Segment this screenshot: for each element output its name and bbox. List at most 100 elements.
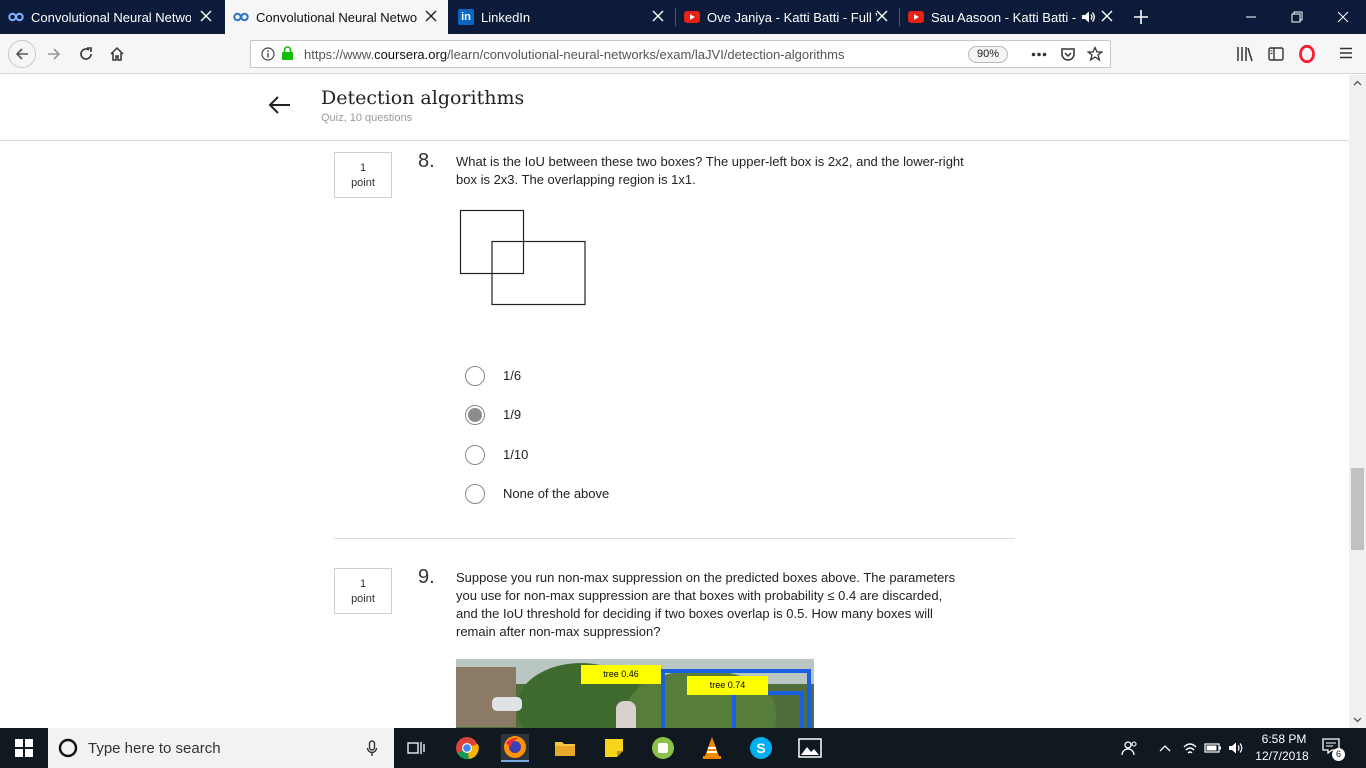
zoom-indicator[interactable]: 90% [968,46,1008,63]
quiz-subtitle: Quiz, 10 questions [321,112,413,124]
forward-button[interactable] [40,40,68,68]
speaker-icon[interactable] [1081,10,1096,24]
info-icon[interactable] [261,47,275,61]
tab-coursera-2[interactable]: Convolutional Neural Network [225,0,448,34]
scroll-down-icon[interactable] [1353,717,1362,723]
radio-button-selected[interactable] [465,405,485,425]
close-icon[interactable] [199,9,213,23]
file-explorer-button[interactable] [551,734,579,762]
skype-icon: S [750,737,772,759]
close-window-button[interactable] [1320,0,1366,34]
battery-icon[interactable] [1204,742,1222,754]
close-icon[interactable] [651,9,665,23]
restore-button[interactable] [1274,0,1320,34]
radio-button[interactable] [465,366,485,386]
youtube-icon [908,9,924,25]
question-text: What is the IoU between these two boxes?… [456,153,964,189]
back-button[interactable] [8,40,36,68]
question-text-line: Suppose you run non-max suppression on t… [456,570,956,585]
sticky-notes-button[interactable] [600,734,628,762]
coursera-icon [8,9,24,25]
chrome-taskbar-button[interactable] [453,734,481,762]
points-label: point [351,593,375,605]
photos-icon [798,738,822,758]
chrome-icon [456,737,479,760]
opera-icon[interactable] [1299,45,1315,63]
navigation-toolbar: https://www.coursera.org/learn/convoluti… [0,34,1366,74]
lock-icon[interactable] [281,46,294,61]
page-content: 1 point 8. What is the IoU between these… [0,75,1349,728]
vlc-taskbar-button[interactable] [698,734,726,762]
new-tab-button[interactable] [1127,3,1155,31]
task-view-button[interactable] [402,734,430,762]
firefox-taskbar-button[interactable] [501,734,529,762]
tab-linkedin[interactable]: in LinkedIn [450,0,675,34]
firefox-icon [504,736,526,758]
question-text-line: remain after non-max suppression? [456,624,661,639]
bounding-box [732,691,804,728]
more-icon[interactable] [1031,52,1047,57]
clock-time[interactable]: 6:58 PM [1254,732,1314,746]
youtube-icon [684,9,700,25]
question-number: 8. [418,150,435,172]
sticky-note-icon [605,739,623,757]
points-box: 1 point [334,568,392,614]
skype-taskbar-button[interactable]: S [747,734,775,762]
vertical-scrollbar[interactable] [1349,75,1366,728]
url-path: /learn/convolutional-neural-networks/exa… [447,47,845,62]
action-center-button[interactable]: 6 [1322,738,1345,761]
tab-label: Convolutional Neural Network [256,9,418,25]
question-text-line: and the IoU threshold for deciding if tw… [456,606,933,621]
bookmark-star-icon[interactable] [1087,46,1103,62]
tab-youtube-1[interactable]: Ove Janiya - Katti Batti - Full Vi [676,0,899,34]
question-number: 9. [418,566,435,588]
close-icon[interactable] [875,9,889,23]
linkedin-icon: in [458,9,474,25]
microphone-icon[interactable] [366,740,378,757]
pocket-icon[interactable] [1060,46,1076,62]
points-box: 1 point [334,152,392,198]
minimize-button[interactable] [1228,0,1274,34]
url-text[interactable]: https://www.coursera.org/learn/convoluti… [304,47,844,62]
reload-icon [80,47,92,60]
tab-coursera-1[interactable]: Convolutional Neural Network [0,0,223,34]
search-placeholder[interactable]: Type here to search [88,740,221,757]
radio-button[interactable] [465,445,485,465]
option-label[interactable]: 1/10 [503,447,528,462]
people-icon[interactable] [1121,740,1139,756]
radio-button[interactable] [465,484,485,504]
iou-boxes-diagram [459,209,586,306]
scroll-up-icon[interactable] [1353,80,1362,86]
home-button[interactable] [103,40,131,68]
wifi-icon[interactable] [1182,741,1198,755]
photo-person [616,701,636,728]
clock-date[interactable]: 12/7/2018 [1252,749,1312,763]
taskbar-search-box[interactable]: Type here to search [48,728,394,768]
volume-icon[interactable] [1228,741,1244,755]
close-icon[interactable] [1100,9,1114,23]
photo-car [492,697,522,711]
reload-button[interactable] [72,40,100,68]
option-label[interactable]: None of the above [503,486,609,501]
back-arrow-icon[interactable] [268,95,292,115]
option-label[interactable]: 1/9 [503,407,521,422]
url-prefix: https://www. [304,47,375,62]
scrollbar-thumb[interactable] [1351,468,1364,550]
library-icon[interactable] [1236,46,1254,62]
option-label[interactable]: 1/6 [503,368,521,383]
tab-youtube-2[interactable]: Sau Aasoon - Katti Batti - Fu [900,0,1124,34]
photos-taskbar-button[interactable] [796,734,824,762]
chevron-up-icon[interactable] [1159,744,1171,752]
notification-count: 6 [1332,748,1345,761]
app-taskbar-button[interactable] [649,734,677,762]
start-button[interactable] [10,734,38,762]
sidebar-icon[interactable] [1268,46,1284,62]
detection-label: tree 0.46 [581,665,661,684]
address-bar[interactable]: https://www.coursera.org/learn/convoluti… [250,40,1111,68]
question-text: Suppose you run non-max suppression on t… [456,569,955,641]
windows-logo-icon [15,739,33,757]
detection-label: tree 0.74 [687,676,768,695]
menu-icon[interactable] [1339,46,1353,60]
close-icon[interactable] [424,9,438,23]
question-text-line: box is 2x3. The overlapping region is 1x… [456,172,696,187]
